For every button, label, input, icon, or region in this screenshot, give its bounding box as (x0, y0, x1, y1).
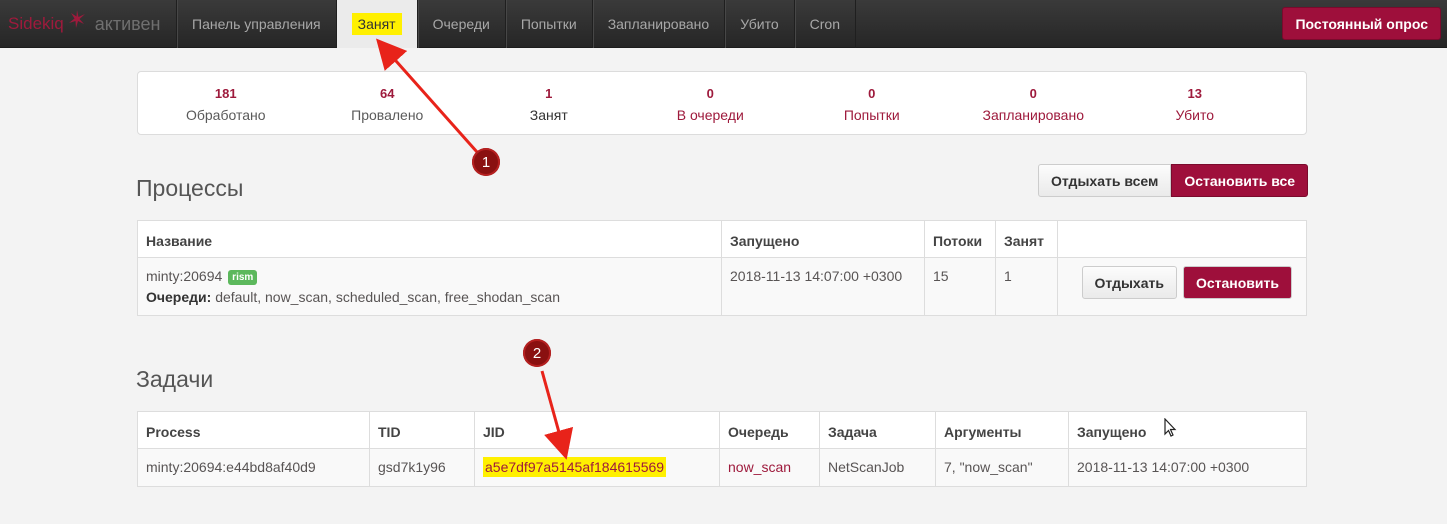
job-tid: gsd7k1y96 (369, 448, 475, 487)
navbar: Sidekiq активен Панель управления Занят … (0, 0, 1447, 48)
process-tag-badge: rism (228, 270, 258, 285)
stat-label: Запланировано (982, 107, 1085, 123)
job-args: 7, "now_scan" (935, 448, 1069, 487)
col-jid: JID (474, 411, 720, 449)
col-busy: Занят (995, 220, 1058, 258)
nav-busy[interactable]: Занят (335, 0, 417, 48)
live-poll-button[interactable]: Постоянный опрос (1282, 7, 1441, 40)
stat-count: 181 (214, 86, 237, 101)
col-threads: Потоки (924, 220, 996, 258)
quiet-all-button[interactable]: Отдыхать всем (1038, 164, 1172, 197)
process-actions-cell: Отдыхать Остановить (1057, 257, 1307, 316)
job-queue-link[interactable]: now_scan (728, 459, 791, 475)
stat-dead[interactable]: 13 Убито (1114, 72, 1276, 134)
nav-label: Занят (351, 13, 402, 35)
stat-failed: 64 Провалено (307, 72, 469, 134)
stat-enqueued[interactable]: 0 В очереди (630, 72, 792, 134)
stat-count: 13 (1187, 86, 1202, 101)
job-jid: a5e7df97a5145af184615569 (483, 457, 667, 477)
process-name: minty:20694 (146, 268, 223, 284)
stat-busy[interactable]: 1 Занят (468, 72, 630, 134)
col-started: Запущено (1068, 411, 1307, 449)
col-args: Аргументы (935, 411, 1069, 449)
stat-count: 1 (545, 86, 553, 101)
nav-queues[interactable]: Очереди (416, 0, 505, 48)
col-tid: TID (369, 411, 475, 449)
status-text: активен (94, 13, 161, 34)
col-job: Задача (819, 411, 936, 449)
mouse-cursor-icon (1164, 418, 1177, 437)
stat-label: Занят (529, 107, 568, 123)
stat-count: 0 (706, 86, 714, 101)
col-name: Название (137, 220, 722, 258)
table-header-row: Process TID JID Очередь Задача Аргументы… (137, 411, 1307, 449)
job-jid-cell: a5e7df97a5145af184615569 (474, 448, 720, 487)
brand-name: Sidekiq (8, 14, 64, 33)
stat-scheduled[interactable]: 0 Запланировано (953, 72, 1115, 134)
table-header-row: Название Запущено Потоки Занят (137, 220, 1307, 258)
nav-label: Запланировано (607, 16, 710, 32)
table-row: minty:20694 rism Очереди: default, now_s… (137, 257, 1307, 316)
sidekiq-logo-icon (68, 10, 85, 28)
col-queue: Очередь (719, 411, 820, 449)
main-nav: Панель управления Занят Очереди Попытки … (176, 0, 857, 48)
nav-label: Панель управления (192, 16, 321, 32)
brand[interactable]: Sidekiq активен (0, 0, 176, 48)
nav-retries[interactable]: Попытки (504, 0, 592, 48)
queues-label: Очереди: (146, 289, 212, 305)
process-started: 2018-11-13 14:07:00 +0300 (721, 257, 925, 316)
processes-table: Название Запущено Потоки Занят minty:206… (137, 220, 1307, 316)
col-process: Process (137, 411, 370, 449)
stat-count: 64 (380, 86, 395, 101)
job-process: minty:20694:e44bd8af40d9 (137, 448, 370, 487)
annotation-marker-1: 1 (472, 148, 500, 176)
job-queue-cell: now_scan (719, 448, 820, 487)
stat-label: В очереди (676, 107, 744, 123)
summary-bar: 181 Обработано 64 Провалено 1 Занят 0 В … (137, 71, 1307, 135)
stat-count: 0 (868, 86, 876, 101)
stop-all-button[interactable]: Остановить все (1171, 164, 1309, 197)
nav-label: Cron (809, 16, 841, 32)
processes-heading: Процессы (136, 175, 244, 201)
jobs-heading: Задачи (136, 366, 214, 392)
process-threads: 15 (924, 257, 996, 316)
stat-label: Провалено (351, 107, 424, 123)
nav-cron[interactable]: Cron (793, 0, 857, 48)
process-busy: 1 (995, 257, 1058, 316)
col-started: Запущено (721, 220, 925, 258)
nav-label: Убито (740, 16, 779, 32)
nav-label: Попытки (520, 16, 577, 32)
stat-label: Попытки (843, 107, 900, 123)
job-started: 2018-11-13 14:07:00 +0300 (1068, 448, 1307, 487)
jobs-table: Process TID JID Очередь Задача Аргументы… (137, 411, 1307, 487)
nav-label: Очереди (432, 16, 490, 32)
stat-processed: 181 Обработано (145, 72, 307, 134)
annotation-marker-2: 2 (523, 339, 551, 367)
stat-label: Убито (1175, 107, 1214, 123)
stop-button[interactable]: Остановить (1182, 266, 1292, 299)
stat-retries[interactable]: 0 Попытки (791, 72, 953, 134)
job-class: NetScanJob (819, 448, 936, 487)
process-bulk-actions: Отдыхать всем Остановить все (1038, 164, 1309, 197)
queues-list: default, now_scan, scheduled_scan, free_… (215, 289, 560, 305)
stat-label: Обработано (185, 107, 266, 123)
nav-dead[interactable]: Убито (724, 0, 793, 48)
table-row: minty:20694:e44bd8af40d9 gsd7k1y96 a5e7d… (137, 448, 1307, 487)
col-actions (1057, 220, 1307, 258)
process-name-cell: minty:20694 rism Очереди: default, now_s… (137, 257, 722, 316)
nav-dashboard[interactable]: Панель управления (176, 0, 336, 48)
stat-count: 0 (1029, 86, 1037, 101)
quiet-button[interactable]: Отдыхать (1081, 266, 1177, 299)
nav-scheduled[interactable]: Запланировано (591, 0, 725, 48)
